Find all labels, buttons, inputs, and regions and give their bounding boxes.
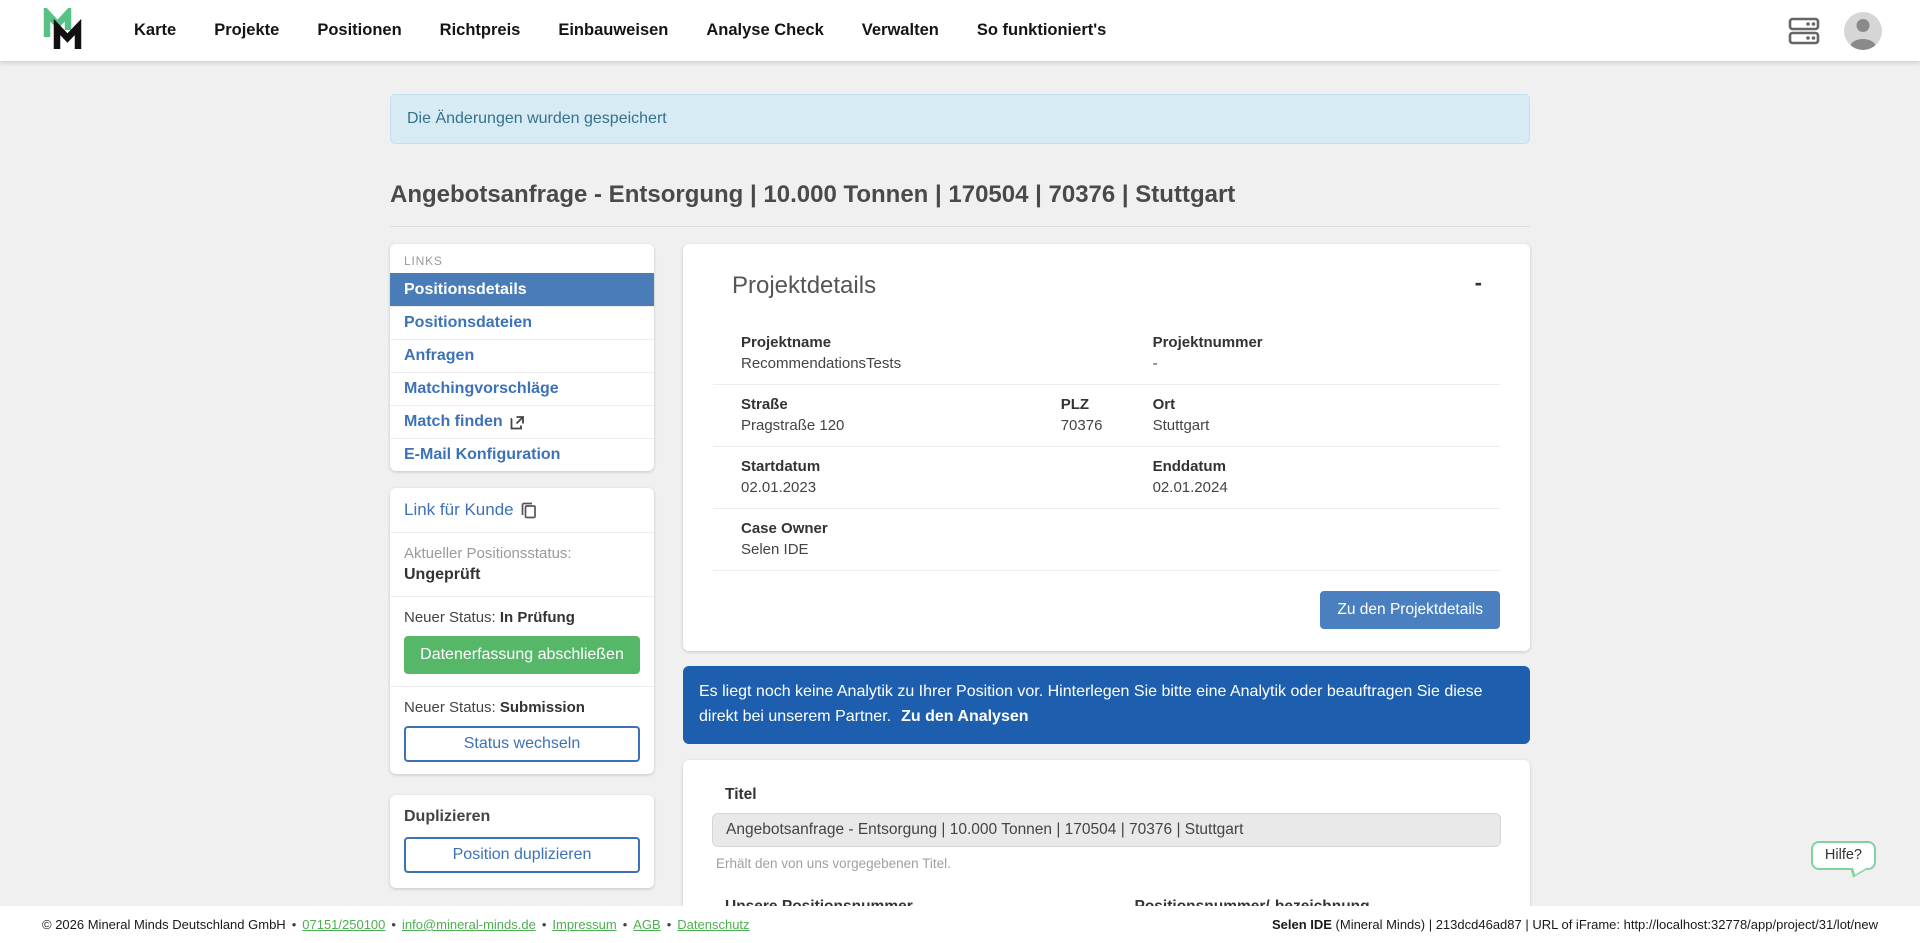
projektdetails-title: Projektdetails [732,272,876,300]
duplizieren-card: Duplizieren Position duplizieren [390,795,654,888]
plz-value: 70376 [1061,417,1153,434]
projektdetails-card: Projektdetails - Projektname Recommendat… [683,244,1530,651]
footer-separator: • [292,917,297,932]
titel-help-text: Erhält den von uns vorgegebenen Titel. [712,856,1501,871]
sidebar-item-label: E-Mail Konfiguration [404,446,560,464]
link-fuer-kunde-label: Link für Kunde [404,500,514,520]
status-card: Link für Kunde Aktueller Positionsstatus… [390,488,654,774]
current-status-label: Aktueller Positionsstatus: [404,545,640,562]
ort-value: Stuttgart [1153,417,1476,434]
hilfe-button[interactable]: Hilfe? [1811,841,1876,870]
nav-item-so-funktionierts[interactable]: So funktioniert's [977,21,1107,40]
ort-label: Ort [1153,396,1476,413]
analytics-banner: Es liegt noch keine Analytik zu Ihrer Po… [683,666,1530,744]
sidebar-item-positionsdateien[interactable]: Positionsdateien [390,306,654,339]
nav-item-positionen[interactable]: Positionen [317,21,401,40]
enddatum-value: 02.01.2024 [1153,479,1476,496]
enddatum-label: Enddatum [1153,458,1476,475]
zu-den-analysen-link[interactable]: Zu den Analysen [901,708,1028,725]
startdatum-label: Startdatum [741,458,1153,475]
sidebar-item-label: Positionsdetails [404,281,527,299]
plz-label: PLZ [1061,396,1153,413]
projektname-label: Projektname [741,334,1153,351]
external-link-icon [510,415,525,430]
collapse-card-button[interactable]: - [1475,272,1482,294]
nav-item-projekte[interactable]: Projekte [214,21,279,40]
projektdetails-row: Case Owner Selen IDE [713,509,1500,571]
sidebar-item-label: Matchingvorschläge [404,380,559,398]
position-duplizieren-button[interactable]: Position duplizieren [404,837,640,873]
footer-copyright: © 2026 Mineral Minds Deutschland GmbH [42,917,286,932]
new-status-line: Neuer Status: Submission [404,699,640,716]
page-title: Angebotsanfrage - Entsorgung | 10.000 To… [390,181,1530,227]
sidebar-item-positionsdetails[interactable]: Positionsdetails [390,273,654,306]
projektnummer-label: Projektnummer [1153,334,1476,351]
alert-message: Die Änderungen wurden gespeichert [407,110,667,127]
footer-agb-link[interactable]: AGB [633,917,660,932]
footer-separator: • [542,917,547,932]
projektdetails-row: Projektname RecommendationsTests Projekt… [713,322,1500,385]
projektdetails-row: Startdatum 02.01.2023 Enddatum 02.01.202… [713,447,1500,509]
case-owner-value: Selen IDE [741,541,1476,558]
titel-label: Titel [712,786,1501,804]
new-status-value: In Prüfung [500,609,575,626]
footer-separator: • [623,917,628,932]
link-fuer-kunde[interactable]: Link für Kunde [404,500,537,520]
nav-item-karte[interactable]: Karte [134,21,176,40]
sidebar-item-email-konfiguration[interactable]: E-Mail Konfiguration [390,438,654,471]
status-wechseln-button[interactable]: Status wechseln [404,726,640,762]
session-info: Selen IDE (Mineral Minds) | 213dcd46ad87… [1272,917,1878,932]
sidebar-links-card: LINKS Positionsdetails Positionsdateien … [390,244,654,471]
mineral-minds-logo[interactable] [42,8,84,54]
session-details: (Mineral Minds) | 213dcd46ad87 | URL of … [1332,917,1878,932]
startdatum-value: 02.01.2023 [741,479,1153,496]
projektnummer-value: - [1153,355,1476,372]
projektname-value: RecommendationsTests [741,355,1153,372]
strasse-value: Pragstraße 120 [741,417,1061,434]
nav-item-analyse-check[interactable]: Analyse Check [706,21,823,40]
sidebar-item-label: Anfragen [404,347,474,365]
server-status-icon[interactable] [1788,16,1820,46]
sidebar-item-label: Match finden [404,413,503,431]
case-owner-label: Case Owner [741,520,1476,537]
new-status-label: Neuer Status: [404,699,496,716]
footer-email-link[interactable]: info@mineral-minds.de [402,917,536,932]
logo-mm-icon [42,8,84,54]
main-nav: Karte Projekte Positionen Richtpreis Ein… [134,21,1106,40]
sidebar-links-header: LINKS [390,244,654,273]
top-navbar: Karte Projekte Positionen Richtpreis Ein… [0,0,1920,61]
copy-icon [521,502,537,519]
strasse-label: Straße [741,396,1061,413]
nav-item-einbauweisen[interactable]: Einbauweisen [558,21,668,40]
footer-phone-link[interactable]: 07151/250100 [302,917,385,932]
current-status-value: Ungeprüft [404,566,640,584]
sidebar-item-match-finden[interactable]: Match finden [390,405,654,438]
new-status-value: Submission [500,699,585,716]
session-user: Selen IDE [1272,917,1332,932]
footer-impressum-link[interactable]: Impressum [552,917,616,932]
avatar-person-icon [1857,19,1870,32]
nav-item-verwalten[interactable]: Verwalten [862,21,939,40]
datenerfassung-abschliessen-button[interactable]: Datenerfassung abschließen [404,636,640,674]
sidebar-item-anfragen[interactable]: Anfragen [390,339,654,372]
footer: © 2026 Mineral Minds Deutschland GmbH • … [0,906,1920,943]
analytics-banner-text: Es liegt noch keine Analytik zu Ihrer Po… [699,683,1483,725]
new-status-label: Neuer Status: [404,609,496,626]
footer-separator: • [391,917,396,932]
sidebar-item-label: Positionsdateien [404,314,532,332]
footer-datenschutz-link[interactable]: Datenschutz [677,917,749,932]
duplizieren-card-title: Duplizieren [404,808,640,826]
nav-item-richtpreis[interactable]: Richtpreis [440,21,521,40]
zu-den-projektdetails-button[interactable]: Zu den Projektdetails [1320,591,1500,629]
new-status-line: Neuer Status: In Prüfung [404,609,640,626]
projektdetails-row: Straße Pragstraße 120 PLZ 70376 Ort Stut… [713,385,1500,447]
titel-input[interactable] [712,813,1501,847]
success-alert: Die Änderungen wurden gespeichert [390,94,1530,144]
avatar-person-icon [1850,39,1876,50]
sidebar-item-matchingvorschlaege[interactable]: Matchingvorschläge [390,372,654,405]
user-avatar[interactable] [1844,12,1882,50]
footer-separator: • [667,917,672,932]
